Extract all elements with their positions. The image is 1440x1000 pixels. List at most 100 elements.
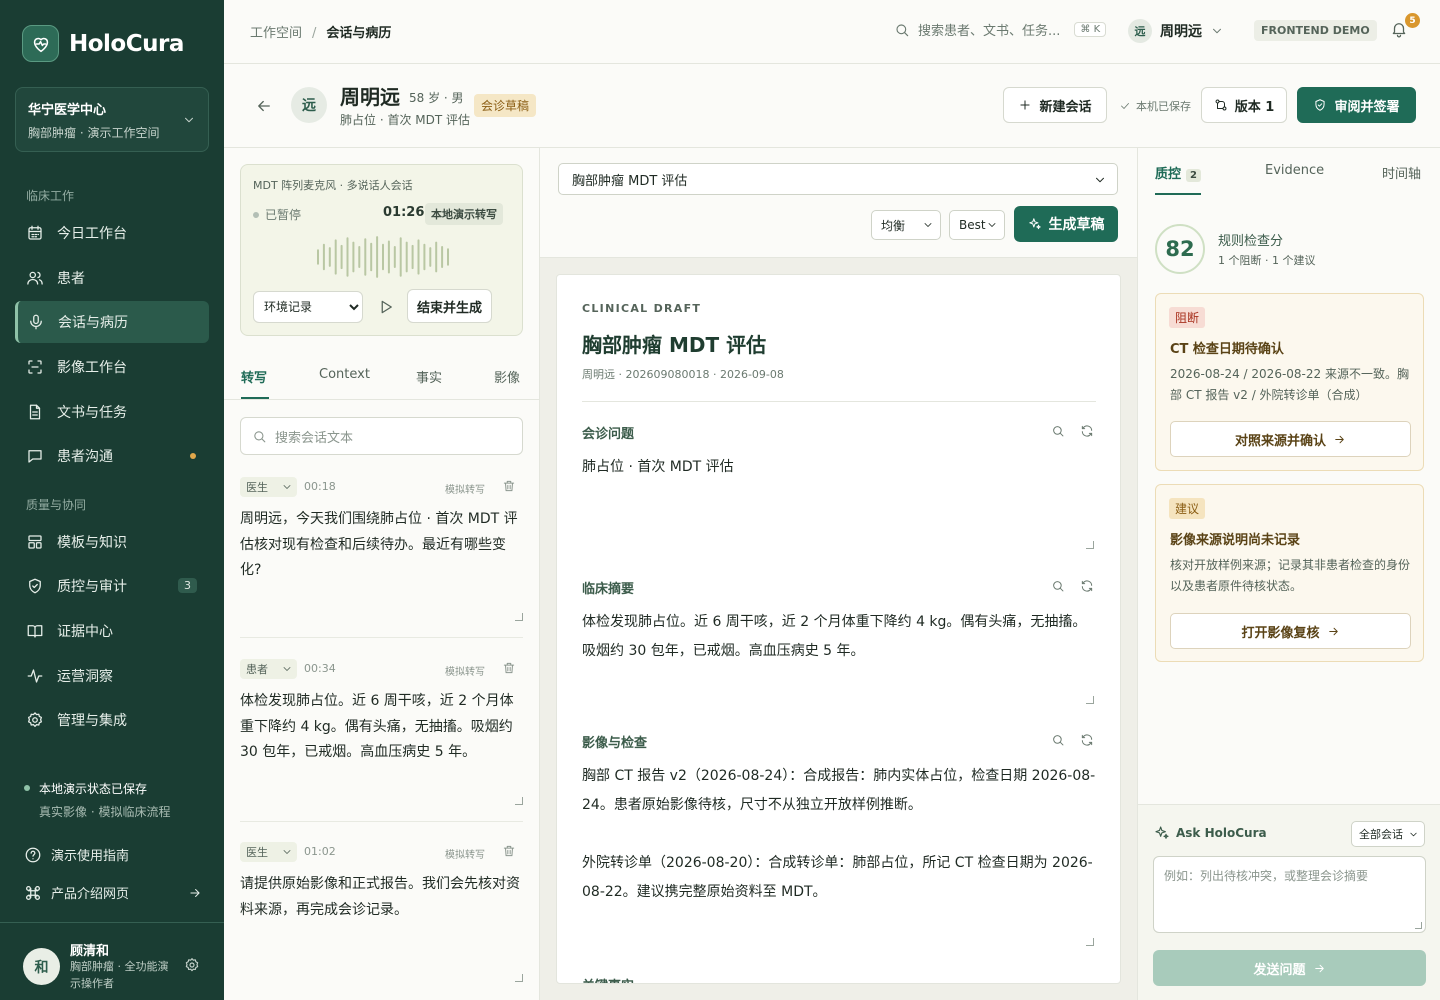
sidebar-item-sessions[interactable]: 会话与病历 [15, 301, 209, 343]
speaker-role: 医生 [246, 846, 268, 859]
refresh-icon[interactable] [1080, 424, 1094, 438]
global-search[interactable]: 搜索患者、文书、任务... ⌘ K [894, 20, 1107, 39]
resize-handle[interactable] [515, 613, 523, 621]
search-icon[interactable] [1051, 733, 1065, 747]
saved-label: 本机已保存 [1136, 100, 1191, 113]
mode-select-value: 均衡 [881, 218, 906, 233]
speaker-role: 医生 [246, 481, 268, 494]
tab-timeline[interactable]: 时间轴 [1382, 163, 1421, 182]
tab-qc[interactable]: 质控 2 [1155, 163, 1201, 182]
product-page-link[interactable]: 产品介绍网页 [24, 883, 202, 902]
search-icon[interactable] [1051, 424, 1065, 438]
resize-handle[interactable] [1086, 541, 1094, 549]
resize-handle[interactable] [515, 797, 523, 805]
speaker-role-select[interactable]: 医生 [240, 477, 297, 497]
trash-icon[interactable] [502, 479, 516, 493]
trash-icon[interactable] [502, 661, 516, 675]
generate-draft-button[interactable]: 生成草稿 [1014, 206, 1118, 242]
current-user-card[interactable]: 和 顾清和 胸部肿瘤 · 全功能演示操作者 [0, 922, 224, 1000]
git-branch-icon [1214, 98, 1228, 112]
resize-handle[interactable] [1086, 938, 1094, 946]
qc-card-body: 核对开放样例来源；记录其非患者检查的身份以及患者原件待核状态。 [1170, 558, 1411, 593]
qc-panel: 质控 2 Evidence 时间轴 82 规则检查分 1 个阻断 · 1 个建议 … [1137, 148, 1440, 1000]
entry-text[interactable]: 周明远，今天我们围绕肺占位 · 首次 MDT 评估核对现有检查和后续待办。最近有… [240, 507, 523, 584]
recording-mode-select[interactable]: 环境记录 [253, 291, 363, 323]
recorder-timer: 01:26 [383, 205, 425, 220]
template-select[interactable]: 胸部肿瘤 MDT 评估 [558, 163, 1118, 195]
refresh-icon[interactable] [1080, 579, 1094, 593]
tab-imaging[interactable]: 影像 [494, 367, 520, 386]
resize-handle[interactable] [1415, 922, 1422, 929]
recorder-status-text: 已暂停 [265, 208, 302, 222]
resize-handle[interactable] [1086, 696, 1094, 704]
section-body[interactable]: 体检发现肺占位。近 6 周干咳，近 2 个月体重下降约 4 kg。偶有头痛，无抽… [582, 608, 1096, 708]
speaker-role-select[interactable]: 患者 [240, 659, 297, 679]
org-switcher[interactable]: 华宁医学中心 胸部肿瘤 · 演示工作空间 [15, 87, 209, 152]
settings-gear-icon[interactable] [184, 957, 200, 973]
sidebar-item-insights[interactable]: 运营洞察 [15, 655, 209, 697]
demo-badge: FRONTEND DEMO [1254, 20, 1377, 41]
sidebar-item-today[interactable]: 今日工作台 [15, 212, 209, 254]
trash-icon[interactable] [502, 844, 516, 858]
ask-scope-select[interactable]: 全部会话 [1351, 821, 1425, 847]
waveform [317, 236, 449, 278]
entry-text[interactable]: 请提供原始影像和正式报告。我们会先核对资料来源，再完成会诊记录。 [240, 872, 523, 923]
logo[interactable]: HoloCura [22, 25, 184, 62]
tab-facts[interactable]: 事实 [416, 367, 442, 386]
entry-text[interactable]: 体检发现肺占位。近 6 周干咳，近 2 个月体重下降约 4 kg。偶有头痛，无抽… [240, 689, 523, 766]
user-menu[interactable]: 远 周明远 [1128, 19, 1224, 43]
section-body[interactable]: 胸部 CT 报告 v2（2026-08-24）：合成报告：肺内实体占位，检查日期… [582, 762, 1096, 944]
review-sign-label: 审阅并签署 [1334, 99, 1400, 115]
status-dot [253, 212, 259, 218]
mode-select[interactable]: 均衡 [871, 210, 941, 240]
doc-section: 临床摘要 体检发现肺占位。近 6 周干咳，近 2 个月体重下降约 4 kg。偶有… [582, 578, 1096, 708]
chevron-down-icon [281, 663, 293, 675]
chevron-down-icon [986, 219, 998, 231]
tab-context[interactable]: Context [319, 367, 370, 382]
demo-guide-link[interactable]: 演示使用指南 [24, 845, 202, 864]
breadcrumb-root[interactable]: 工作空间 [250, 26, 302, 41]
heart-pulse-icon [22, 25, 59, 62]
waveform-bar [435, 241, 438, 273]
tab-transcript[interactable]: 转写 [241, 367, 267, 386]
unread-dot [190, 453, 196, 459]
sidebar-item-qc-audit[interactable]: 质控与审计 3 [15, 565, 209, 607]
sidebar-item-evidence[interactable]: 证据中心 [15, 610, 209, 652]
sidebar-item-communication[interactable]: 患者沟通 [15, 435, 209, 477]
entry-timestamp: 00:18 [304, 480, 336, 493]
qc-card-body: 2026-08-24 / 2026-08-22 来源不一致。胸部 CT 报告 v… [1170, 367, 1409, 402]
new-session-button[interactable]: 新建会话 [1003, 87, 1107, 123]
refresh-icon[interactable] [1080, 733, 1094, 747]
avatar: 远 [291, 87, 327, 123]
waveform-bar [387, 240, 390, 274]
version-button[interactable]: 版本 1 [1201, 87, 1287, 123]
tab-evidence[interactable]: Evidence [1265, 163, 1324, 178]
speaker-role-select[interactable]: 医生 [240, 842, 297, 862]
sidebar-item-admin[interactable]: 管理与集成 [15, 699, 209, 741]
play-icon[interactable] [377, 298, 395, 316]
waveform-bar [447, 248, 449, 266]
entry-timestamp: 01:02 [304, 845, 336, 858]
search-icon[interactable] [1051, 579, 1065, 593]
section-heading: 影像与检查 [582, 736, 648, 751]
back-arrow-icon[interactable] [255, 97, 273, 115]
divider [582, 401, 1096, 402]
end-and-generate-button[interactable]: 结束并生成 [407, 289, 493, 323]
send-question-button[interactable]: 发送问题 [1153, 950, 1426, 986]
transcript-search-input[interactable]: 搜索会话文本 [240, 417, 523, 455]
sidebar-item-documents[interactable]: 文书与任务 [15, 391, 209, 433]
users-icon [26, 269, 44, 287]
verify-sources-button[interactable]: 对照来源并确认 [1170, 421, 1411, 457]
section-body[interactable]: 肺占位 · 首次 MDT 评估 [582, 453, 1096, 553]
ask-input[interactable]: 例如：列出待核冲突，或整理会诊摘要 [1153, 856, 1426, 933]
generate-draft-label: 生成草稿 [1048, 217, 1105, 233]
sidebar-item-patients[interactable]: 患者 [15, 257, 209, 299]
sidebar-item-label: 证据中心 [57, 624, 113, 640]
model-select[interactable]: Best [949, 210, 1005, 240]
resize-handle[interactable] [515, 974, 523, 982]
review-sign-button[interactable]: 审阅并签署 [1297, 87, 1416, 123]
sidebar-item-imaging[interactable]: 影像工作台 [15, 346, 209, 388]
sidebar-item-templates[interactable]: 模板与知识 [15, 521, 209, 563]
open-imaging-review-button[interactable]: 打开影像复核 [1170, 613, 1411, 649]
search-icon [894, 22, 910, 38]
